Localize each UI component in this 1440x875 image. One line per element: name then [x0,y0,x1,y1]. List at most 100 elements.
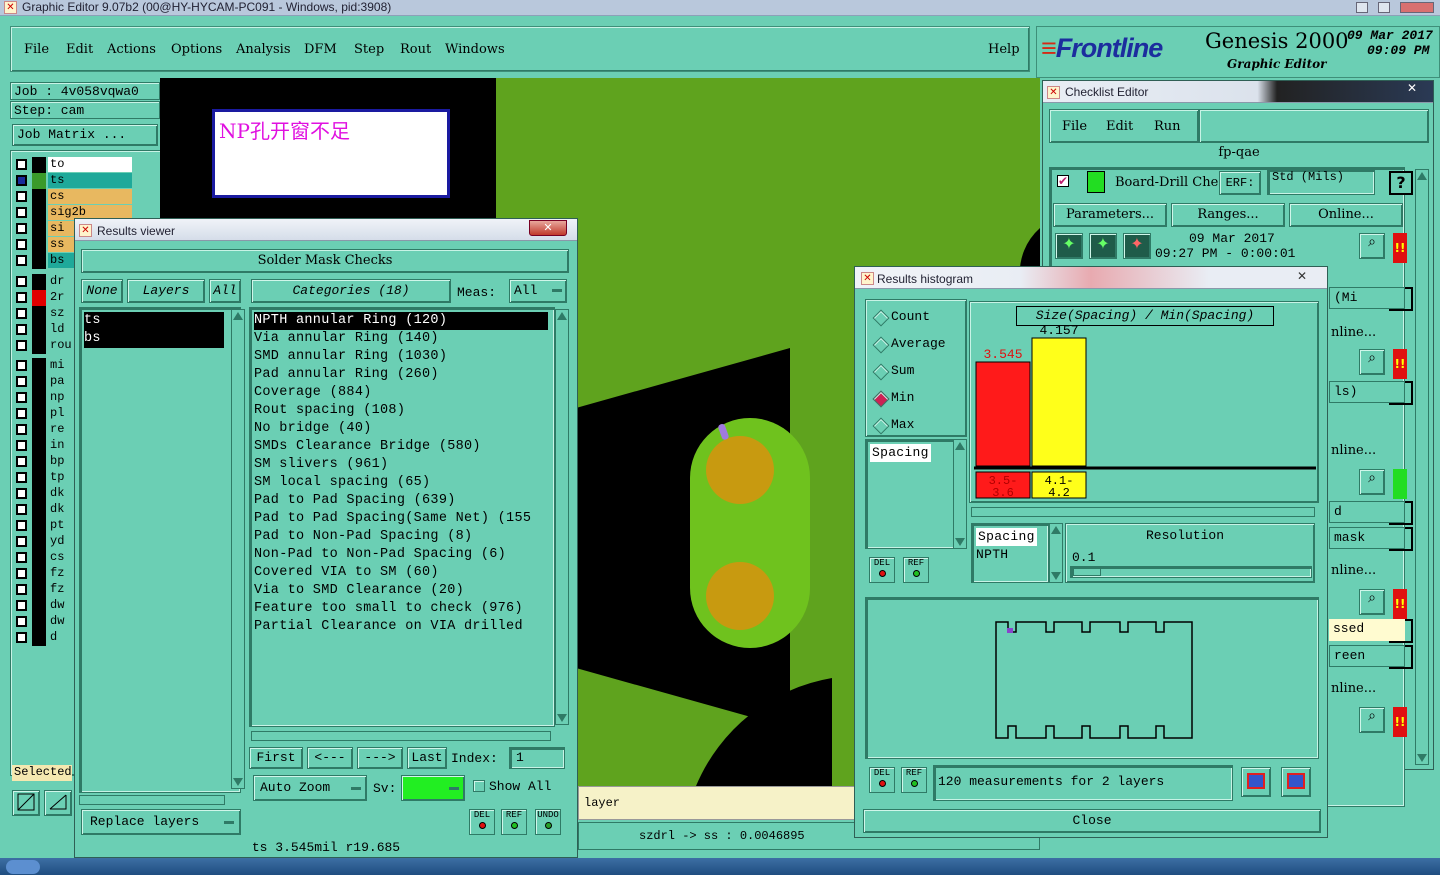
histogram-bar[interactable] [975,361,1031,467]
categories-hscrollbar[interactable] [251,731,551,741]
category-item[interactable]: SM slivers (961) [254,456,388,474]
layer-checkbox[interactable] [16,504,27,515]
menu-options[interactable]: Options [171,42,222,57]
export-right-button[interactable] [1281,767,1311,797]
checklist-online-button[interactable]: nline... [1331,681,1376,696]
checklist-online-button[interactable]: nline... [1331,443,1376,458]
del-button[interactable]: DEL [469,809,495,835]
measure-item-spacing[interactable]: Spacing [870,444,931,462]
next-button[interactable]: ---> [357,747,403,769]
ranges-button[interactable]: Ranges... [1171,203,1285,227]
layer-results-list[interactable]: ts bs [79,307,241,793]
resolution-slider[interactable] [1070,566,1312,578]
category-item[interactable]: Feature too small to check (976) [254,600,523,618]
layer-checkbox[interactable] [16,440,27,451]
layer-checkbox[interactable] [16,159,27,170]
layer-checkbox[interactable] [16,340,27,351]
stop-action-button[interactable]: ✦ [1123,233,1151,259]
parameters-button[interactable]: Parameters... [1053,203,1167,227]
checklist-online-button[interactable]: nline... [1331,563,1376,578]
layer-checkbox[interactable] [16,600,27,611]
category-item[interactable]: NPTH annular Ring (120) [254,312,548,330]
menu-dfm[interactable]: DFM [304,42,337,57]
category-item[interactable]: SMD annular Ring (1030) [254,348,447,366]
zoom-result-button[interactable]: ⌕ [1359,589,1385,615]
layer-checkbox[interactable] [16,207,27,218]
checklist-close-button[interactable]: ✕ [1393,81,1431,97]
show-all-checkbox[interactable] [473,780,485,792]
layer-checkbox[interactable] [16,616,27,627]
all-layers-button[interactable]: All [209,279,241,303]
legend-spacing[interactable]: Spacing [976,528,1037,546]
result-layer-bs[interactable]: bs [84,330,224,348]
layer-checkbox[interactable] [16,392,27,403]
menu-actions[interactable]: Actions [107,42,156,57]
layer-checkbox[interactable] [16,308,27,319]
zoom-result-button[interactable]: ⌕ [1359,469,1385,495]
layer-name[interactable]: ts [48,173,132,188]
layer-checkbox[interactable] [16,292,27,303]
menu-analysis[interactable]: Analysis [236,42,291,57]
last-button[interactable]: Last [407,747,447,769]
category-item[interactable]: No bridge (40) [254,420,372,438]
category-item[interactable]: Covered VIA to SM (60) [254,564,439,582]
category-item[interactable]: Coverage (884) [254,384,372,402]
category-item[interactable]: Partial Clearance on VIA drilled [254,618,523,636]
layer-row[interactable]: ts [14,173,132,189]
run-all-button[interactable]: ✦ [1089,233,1117,259]
none-button[interactable]: None [81,279,123,303]
measure-list[interactable]: Spacing [865,439,957,549]
histogram-close-x[interactable]: ✕ [1289,269,1315,285]
prev-button[interactable]: <--- [307,747,353,769]
first-button[interactable]: First [249,747,303,769]
checklist-menu-edit[interactable]: Edit [1106,119,1133,134]
layer-checkbox[interactable] [16,276,27,287]
layer-checkbox[interactable] [16,239,27,250]
zoom-result-button[interactable]: ⌕ [1359,233,1385,259]
layer-checkbox[interactable] [16,424,27,435]
category-item[interactable]: SMDs Clearance Bridge (580) [254,438,481,456]
histogram-ref-button[interactable]: REF [903,557,929,583]
histogram-del-button[interactable]: DEL [869,557,895,583]
checklist-menu-file[interactable]: File [1062,119,1087,134]
layer-checkbox[interactable] [16,632,27,643]
menu-rout[interactable]: Rout [400,42,431,57]
layers-button[interactable]: Layers [127,279,205,303]
layer-name[interactable]: to [48,157,132,172]
histogram-bar[interactable] [1031,337,1087,467]
measure-scrollbar[interactable] [953,439,967,549]
layer-checkbox[interactable] [16,191,27,202]
replace-layers-select[interactable]: Replace layers [81,809,241,835]
results-viewer-close-button[interactable]: ✕ [529,220,567,236]
layer-checkbox[interactable] [16,552,27,563]
categories-scrollbar[interactable] [555,309,569,725]
start-button[interactable] [6,860,40,874]
category-item[interactable]: Rout spacing (108) [254,402,405,420]
run-action-button[interactable]: ✦ [1055,233,1083,259]
measure-tool[interactable] [44,790,72,816]
layer-checkbox[interactable] [16,536,27,547]
close-button[interactable] [1400,2,1434,13]
action-name[interactable]: Board-Drill Che [1115,175,1218,190]
layer-checkbox[interactable] [16,255,27,266]
online-button[interactable]: Online... [1289,203,1403,227]
category-item[interactable]: Pad to Non-Pad Spacing (8) [254,528,472,546]
layer-row[interactable]: cs [14,189,132,205]
index-input[interactable]: 1 [509,747,565,769]
categories-button[interactable]: Categories (18) [251,279,451,303]
layer-checkbox[interactable] [16,456,27,467]
layer-checkbox[interactable] [16,376,27,387]
result-layer-ts[interactable]: ts [84,312,224,330]
layer-checkbox[interactable] [16,584,27,595]
sv-color-select[interactable] [401,775,465,801]
category-item[interactable]: Via annular Ring (140) [254,330,439,348]
zoom-result-button[interactable]: ⌕ [1359,349,1385,375]
menu-step[interactable]: Step [354,42,384,57]
resolution-slider-thumb[interactable] [1073,568,1101,576]
layer-list-scrollbar[interactable] [231,309,245,789]
layer-row[interactable]: to [14,157,132,173]
categories-list[interactable]: NPTH annular Ring (120) Via annular Ring … [249,307,555,727]
histogram-close-button[interactable]: Close [863,809,1321,833]
category-item[interactable]: Non-Pad to Non-Pad Spacing (6) [254,546,506,564]
action-checkbox[interactable]: ✔ [1057,175,1069,187]
